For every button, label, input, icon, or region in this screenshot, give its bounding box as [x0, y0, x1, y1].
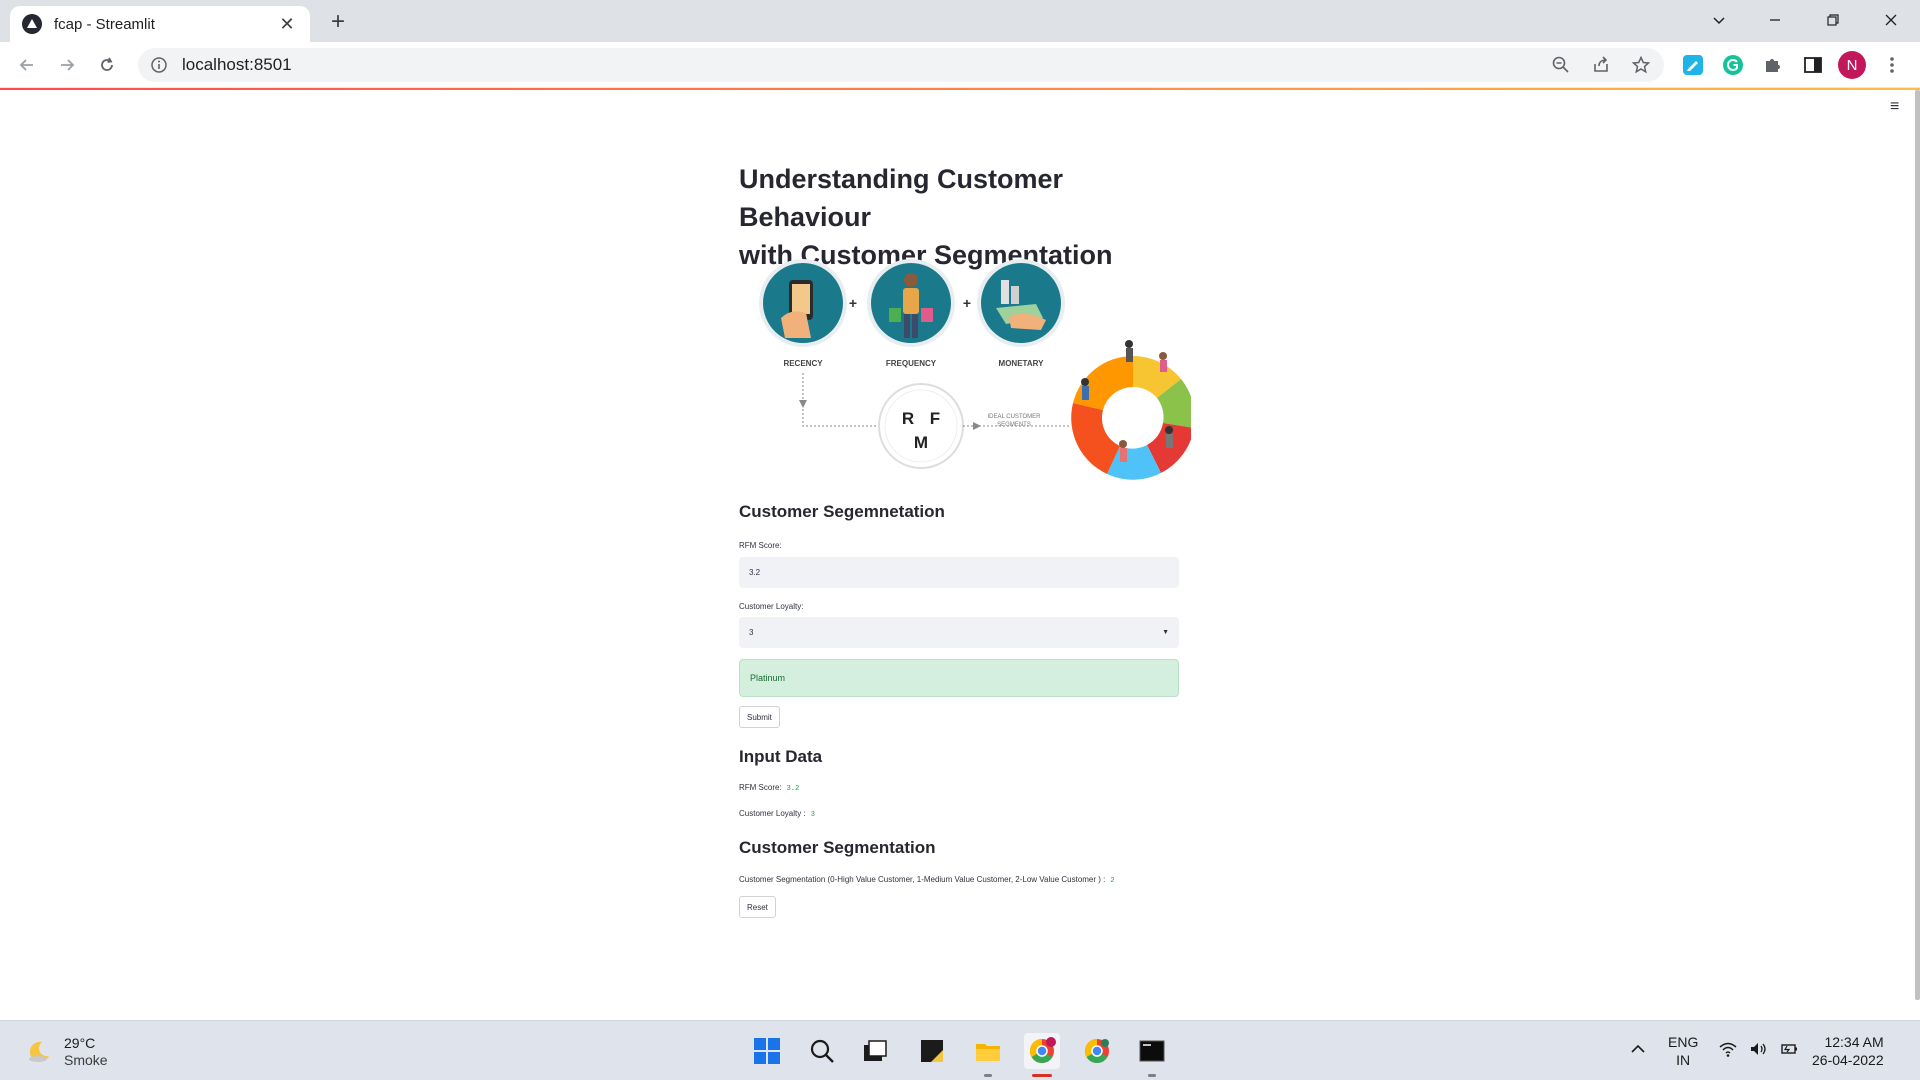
monetary-circle-icon [977, 259, 1065, 347]
tab-search-chevron-down-icon[interactable] [1696, 0, 1742, 40]
result-text: Platinum [750, 673, 786, 683]
rfm-letter-m: M [914, 433, 928, 452]
show-hidden-icons-chevron-up-icon[interactable] [1628, 1039, 1648, 1059]
new-tab-button[interactable]: + [324, 8, 352, 36]
language-region: IN [1676, 1052, 1691, 1068]
tab-title: fcap - Streamlit [54, 15, 155, 33]
reset-button[interactable]: Reset [739, 896, 776, 918]
url-text: localhost:8501 [182, 55, 292, 74]
input-loyalty-label: Customer Loyalty : [739, 809, 806, 818]
plus-icon: + [849, 295, 857, 311]
file-explorer-icon[interactable] [970, 1033, 1006, 1077]
result-success-alert: Platinum [739, 659, 1179, 697]
tab-close-icon[interactable]: ✕ [276, 13, 298, 35]
rfm-circle-icon [878, 383, 964, 469]
profile-avatar[interactable]: N [1838, 51, 1866, 79]
chrome-second-profile-icon[interactable] [1079, 1033, 1115, 1069]
running-indicator [1148, 1074, 1156, 1077]
browser-menu-kebab-icon[interactable] [1878, 51, 1906, 79]
windows-start-icon[interactable] [749, 1033, 785, 1069]
input-data-heading: Input Data [739, 747, 823, 766]
segmentation-heading: Customer Segmentation [739, 838, 936, 857]
share-icon[interactable] [1584, 48, 1618, 82]
streamlit-decoration-bar [0, 88, 1920, 90]
input-rfm-label: RFM Score: [739, 783, 782, 792]
chrome-profile-n-icon[interactable] [1024, 1033, 1060, 1077]
extension-edit-icon[interactable] [1679, 51, 1707, 79]
chevron-down-icon: ▼ [1162, 629, 1169, 636]
zoom-icon[interactable] [1544, 48, 1578, 82]
rfm-score-input[interactable]: 3.2 [739, 557, 1179, 588]
forward-arrow-icon[interactable] [52, 50, 82, 80]
windows-taskbar: 29°C Smoke ENG IN 12:34 AM 26-04-2022 [0, 1020, 1920, 1080]
site-info-icon[interactable] [150, 56, 168, 74]
frequency-label: FREQUENCY [886, 359, 937, 368]
clock-date: 26-04-2022 [1812, 1052, 1884, 1068]
segmentation-text: Customer Segmentation (0-High Value Cust… [739, 875, 1106, 884]
page-title: Understanding Customer Behaviour with Cu… [739, 160, 1199, 274]
active-window-indicator [1032, 1074, 1052, 1077]
clock-time: 12:34 AM [1824, 1034, 1884, 1050]
input-rfm-line: RFM Score: 3.2 [739, 783, 799, 793]
monetary-label: MONETARY [999, 359, 1045, 368]
rfm-illustration: RECENCY + FREQUENCY + MONETARY R F M IDE… [759, 259, 1191, 480]
language-indicator[interactable]: ENG IN [1668, 1033, 1698, 1069]
input-loyalty-line: Customer Loyalty : 3 [739, 809, 815, 819]
restore-icon[interactable] [1810, 0, 1856, 40]
recency-label: RECENCY [783, 359, 823, 368]
rfm-score-input-value: 3.2 [749, 568, 761, 577]
extensions-puzzle-icon[interactable] [1759, 51, 1787, 79]
submit-button[interactable]: Submit [739, 706, 780, 728]
weather-condition: Smoke [64, 1052, 108, 1068]
language-code: ENG [1668, 1034, 1699, 1050]
form-heading: Customer Segemnetation [739, 502, 945, 521]
grammarly-icon[interactable] [1719, 51, 1747, 79]
bookmark-star-icon[interactable] [1624, 48, 1658, 82]
streamlit-favicon-icon [22, 14, 42, 34]
side-panel-icon[interactable] [1799, 51, 1827, 79]
system-clock[interactable]: 12:34 AM 26-04-2022 [1812, 1033, 1884, 1069]
wifi-icon[interactable] [1718, 1039, 1738, 1059]
input-loyalty-value: 3 [810, 811, 815, 819]
segmentation-value: 2 [1110, 877, 1115, 885]
browser-tab-active[interactable]: fcap - Streamlit ✕ [10, 6, 310, 42]
ideal-segments-label-line1: IDEAL CUSTOMER [987, 414, 1041, 420]
customer-loyalty-label: Customer Loyalty: [739, 602, 804, 611]
rfm-letter-r: R [902, 409, 914, 428]
running-indicator [984, 1074, 992, 1077]
browser-tab-strip: fcap - Streamlit ✕ + [0, 0, 1920, 42]
terminal-icon[interactable] [1134, 1033, 1170, 1077]
rfm-score-label: RFM Score: [739, 541, 782, 550]
customer-loyalty-selected-value: 3 [749, 628, 754, 637]
weather-moon-icon [29, 1041, 49, 1062]
weather-widget[interactable]: 29°C Smoke [26, 1035, 108, 1069]
page-scrollbar[interactable] [1915, 90, 1920, 1000]
back-arrow-icon[interactable] [12, 50, 42, 80]
minimize-icon[interactable] [1752, 0, 1798, 40]
input-rfm-value: 3.2 [786, 785, 800, 793]
battery-icon[interactable] [1779, 1039, 1799, 1059]
weather-temp: 29°C [64, 1035, 96, 1051]
reload-icon[interactable] [92, 50, 122, 80]
plus-icon: + [963, 295, 971, 311]
segmentation-result-line: Customer Segmentation (0-High Value Cust… [739, 875, 1115, 885]
app-menu-hamburger-icon[interactable]: ≡ [1890, 99, 1906, 115]
rfm-letter-f: F [930, 409, 940, 428]
customer-segments-donut-icon [1071, 340, 1191, 480]
frequency-circle-icon [867, 259, 955, 347]
address-bar[interactable]: localhost:8501 [138, 48, 1664, 82]
ideal-segments-label-line2: SEGMENTS [997, 422, 1031, 428]
customer-loyalty-select[interactable]: 3 ▼ [739, 617, 1179, 648]
page-title-line1: Understanding Customer Behaviour [739, 164, 1064, 232]
close-window-icon[interactable] [1868, 0, 1914, 40]
search-icon[interactable] [804, 1033, 840, 1069]
browser-toolbar: localhost:8501 [0, 42, 1920, 88]
task-view-icon[interactable] [857, 1033, 893, 1069]
volume-icon[interactable] [1748, 1039, 1768, 1059]
sticky-notes-icon[interactable] [914, 1033, 950, 1069]
recency-circle-icon [759, 259, 847, 347]
